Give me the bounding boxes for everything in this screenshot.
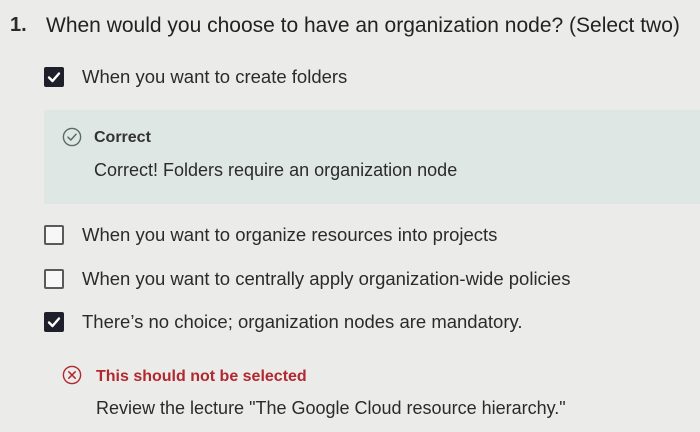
- check-circle-icon: [62, 127, 82, 147]
- feedback-incorrect: This should not be selected Review the l…: [44, 360, 700, 432]
- feedback-incorrect-title: This should not be selected: [96, 368, 307, 385]
- option-label: When you want to create folders: [82, 66, 348, 87]
- option-no-choice-mandatory[interactable]: There’s no choice; organization nodes ar…: [44, 311, 523, 333]
- checkbox-checked[interactable]: [44, 67, 64, 87]
- option-label: There’s no choice; organization nodes ar…: [82, 311, 523, 332]
- option-label: When you want to organize resources into…: [82, 224, 498, 245]
- checkmark-icon: [47, 72, 61, 83]
- feedback-correct: Correct Correct! Folders require an orga…: [44, 110, 700, 204]
- question-number: 1.: [10, 14, 27, 36]
- checkbox-unchecked[interactable]: [44, 225, 64, 245]
- quiz-question: 1. When would you choose to have an orga…: [0, 0, 700, 432]
- question-text: When would you choose to have an organiz…: [46, 14, 680, 37]
- checkmark-icon: [47, 317, 61, 328]
- checkbox-unchecked[interactable]: [44, 269, 64, 289]
- option-organize-projects[interactable]: When you want to organize resources into…: [44, 224, 497, 246]
- option-create-folders[interactable]: When you want to create folders: [44, 66, 347, 88]
- x-circle-icon: [62, 365, 82, 385]
- option-label: When you want to centrally apply organiz…: [82, 268, 571, 289]
- option-centrally-apply-policies[interactable]: When you want to centrally apply organiz…: [44, 268, 570, 290]
- feedback-correct-title: Correct: [94, 129, 151, 146]
- feedback-correct-body: Correct! Folders require an organization…: [94, 160, 458, 180]
- feedback-incorrect-body: Review the lecture "The Google Cloud res…: [96, 398, 566, 418]
- checkbox-checked[interactable]: [44, 312, 64, 332]
